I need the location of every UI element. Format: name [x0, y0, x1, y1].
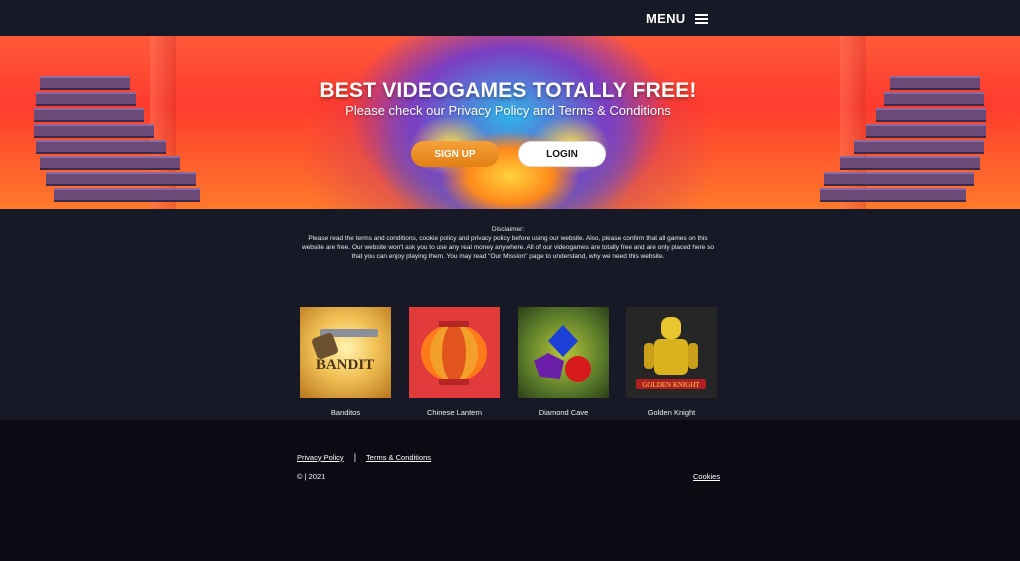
login-button[interactable]: LOGIN: [518, 141, 606, 167]
hamburger-icon: [695, 13, 709, 24]
gems-icon: [534, 325, 591, 382]
game-thumbnail[interactable]: [409, 307, 500, 398]
copyright: © | 2021: [297, 472, 326, 481]
game-title: Banditos: [330, 408, 361, 417]
svg-text:GOLDEN KNIGHT: GOLDEN KNIGHT: [642, 381, 700, 389]
game-thumbnail[interactable]: [518, 307, 609, 398]
footer: Privacy Policy | Terms & Conditions © | …: [0, 420, 1020, 561]
game-title: Chinese Lantern: [426, 408, 483, 417]
game-thumbnail[interactable]: BANDIT: [300, 307, 391, 398]
monster-artwork: [330, 36, 690, 209]
footer-links: Privacy Policy | Terms & Conditions: [297, 452, 431, 462]
terms-link[interactable]: Terms & Conditions: [366, 453, 431, 462]
revolver-icon: BANDIT: [312, 329, 378, 373]
menu-label: MENU: [646, 10, 686, 26]
game-title: Golden Knight: [647, 408, 696, 417]
menu-button[interactable]: MENU: [646, 9, 709, 27]
hero-banner: BEST VIDEOGAMES TOTALLY FREE! Please che…: [0, 36, 1020, 209]
disclaimer-text: Please read the terms and conditions, co…: [301, 235, 715, 260]
game-card-golden-knight[interactable]: GOLDEN KNIGHT Golden Knight: [626, 307, 717, 417]
hero-subtitle: Please check our Privacy Policy and Term…: [345, 103, 671, 118]
footer-separator: |: [353, 452, 357, 462]
signup-button[interactable]: SIGN UP: [411, 141, 499, 167]
disclaimer: Disclaimer: Please read the terms and co…: [300, 225, 716, 261]
disclaimer-title: Disclaimer:: [491, 226, 525, 233]
games-grid: BANDIT Banditos Chinese Lantern Diamond …: [300, 307, 720, 419]
game-card-banditos[interactable]: BANDIT Banditos: [300, 307, 391, 417]
game-card-chinese-lantern[interactable]: Chinese Lantern: [409, 307, 500, 417]
cookies-link[interactable]: Cookies: [693, 472, 720, 481]
lantern-icon: [421, 321, 487, 385]
top-bar: MENU: [0, 0, 1020, 36]
game-title: Diamond Cave: [538, 408, 589, 417]
game-thumbnail[interactable]: GOLDEN KNIGHT: [626, 307, 717, 398]
svg-text:BANDIT: BANDIT: [316, 357, 374, 373]
hero-title: BEST VIDEOGAMES TOTALLY FREE!: [319, 79, 697, 102]
privacy-policy-link[interactable]: Privacy Policy: [297, 453, 344, 462]
knight-icon: GOLDEN KNIGHT: [636, 317, 706, 389]
game-card-diamond-cave[interactable]: Diamond Cave: [518, 307, 609, 417]
